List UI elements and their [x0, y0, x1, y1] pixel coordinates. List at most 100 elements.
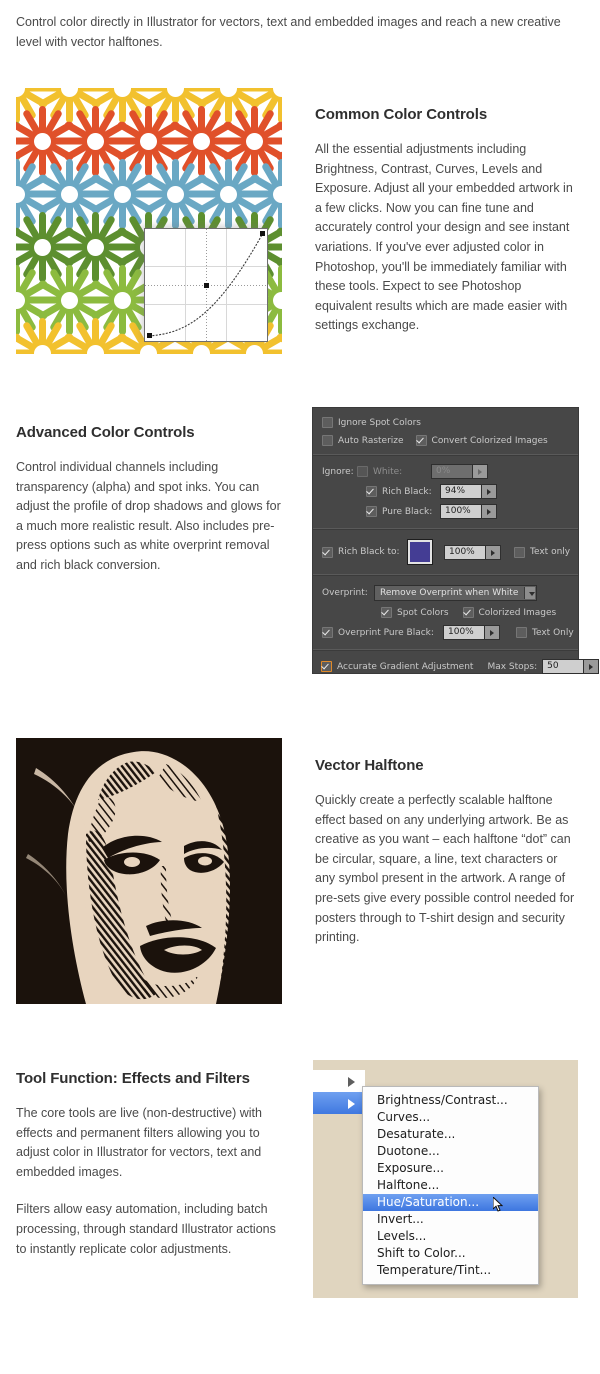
white-threshold-value[interactable]: 0% [432, 465, 472, 478]
body-advanced-color-controls: Control individual channels including tr… [16, 460, 281, 572]
ignore-white-checkbox[interactable] [357, 466, 368, 477]
auto-rasterize-checkbox[interactable] [322, 435, 333, 446]
rich-black-to-row[interactable]: Rich Black to: 100% Text only [313, 530, 578, 574]
accurate-gradient-label: Accurate Gradient Adjustment [337, 661, 474, 672]
rich-black-to-percent-value[interactable]: 100% [445, 545, 485, 559]
overprint-pure-black-field[interactable]: 100% [443, 625, 500, 640]
overprint-pure-black-spinner-icon[interactable] [484, 626, 499, 639]
ignore-pure-black-row[interactable]: Pure Black: 100% [313, 499, 578, 528]
ignore-spot-colors-row[interactable]: Ignore Spot Colors [313, 408, 578, 428]
pure-black-threshold-field[interactable]: 100% [440, 504, 497, 519]
effects-menu-screenshot: Brightness/Contrast... Curves... Desatur… [313, 1060, 578, 1298]
max-stops-spinner-icon[interactable] [583, 660, 599, 673]
white-threshold-field[interactable]: 0% [431, 464, 488, 479]
menu-item[interactable]: Shift to Color... [363, 1245, 538, 1262]
white-threshold-spinner-icon[interactable] [472, 465, 487, 478]
max-stops-value[interactable]: 50 [543, 660, 584, 673]
overprint-targets-row[interactable]: Spot Colors Colorized Images [313, 601, 578, 618]
halftone-portrait-svg [16, 738, 282, 1004]
overprint-colorized-images-checkbox[interactable] [462, 607, 474, 618]
ignore-white-row[interactable]: Ignore: White: 0% [313, 456, 578, 479]
rich-black-to-percent-field[interactable]: 100% [444, 544, 501, 560]
curves-adjustment-overlay [144, 228, 268, 342]
overprint-pure-black-value[interactable]: 100% [444, 626, 484, 639]
rich-black-threshold-field[interactable]: 94% [440, 484, 497, 499]
menu-item[interactable]: Desaturate... [363, 1126, 538, 1143]
parent-menu-strip[interactable] [313, 1070, 365, 1114]
overprint-select[interactable]: Remove Overprint when White [374, 585, 537, 601]
menu-item[interactable]: Levels... [363, 1228, 538, 1245]
overprint-spot-colors-checkbox[interactable] [381, 607, 392, 618]
body-tool-function-2: Filters allow easy automation, including… [16, 1202, 276, 1256]
heading-tool-function: Tool Function: Effects and Filters [16, 1070, 250, 1087]
ignore-spot-colors-label: Ignore Spot Colors [338, 417, 421, 428]
rich-black-text-only-label: Text only [530, 547, 571, 557]
convert-colorized-images-checkbox[interactable] [415, 435, 427, 446]
menu-item-selected[interactable]: Hue/Saturation... [363, 1194, 538, 1212]
body-tool-function-1: The core tools are live (non-destructive… [16, 1106, 262, 1179]
ignore-spot-colors-checkbox[interactable] [322, 417, 333, 428]
ignore-pure-black-checkbox[interactable] [366, 506, 377, 517]
menu-item[interactable]: Exposure... [363, 1160, 538, 1177]
section-advanced-color-controls: Advanced Color Controls Control individu… [16, 424, 282, 576]
floral-pattern-artwork [16, 88, 282, 354]
overprint-text-only-label: Text Only [532, 627, 574, 638]
menu-item[interactable]: Duotone... [363, 1143, 538, 1160]
menu-item[interactable]: Halftone... [363, 1177, 538, 1194]
intro-paragraph: Control color directly in Illustrator fo… [16, 15, 561, 49]
pure-black-threshold-value[interactable]: 100% [441, 505, 481, 518]
overprint-colorized-images-label: Colorized Images [478, 607, 557, 618]
overprint-label: Overprint: [322, 588, 368, 598]
menu-item[interactable]: Curves... [363, 1109, 538, 1126]
chevron-down-icon[interactable] [524, 587, 535, 599]
halftone-portrait-artwork [16, 738, 282, 1004]
ignore-white-label: White: [373, 466, 403, 477]
ignore-rich-black-checkbox[interactable] [366, 486, 377, 497]
body-common-color-controls: All the essential adjustments including … [315, 142, 573, 333]
heading-vector-halftone: Vector Halftone [315, 757, 424, 774]
rich-black-to-checkbox[interactable] [322, 546, 333, 558]
advanced-color-settings-dialog[interactable]: Ignore Spot Colors Auto Rasterize Conver… [313, 408, 600, 674]
rich-black-threshold-value[interactable]: 94% [441, 485, 481, 498]
overprint-pure-black-label: Overprint Pure Black: [338, 627, 434, 638]
max-stops-field[interactable]: 50 [542, 659, 600, 674]
ignore-label: Ignore: [322, 466, 354, 477]
overprint-text-only-checkbox[interactable] [516, 627, 527, 638]
menu-item[interactable]: Invert... [363, 1211, 538, 1228]
pure-black-threshold-spinner-icon[interactable] [481, 505, 496, 518]
overprint-pure-black-checkbox[interactable] [322, 627, 333, 638]
accurate-gradient-row[interactable]: Accurate Gradient Adjustment Max Stops: … [313, 651, 600, 674]
accurate-gradient-checkbox[interactable] [321, 661, 332, 672]
rich-black-color-swatch[interactable] [407, 539, 433, 565]
overprint-pure-black-row[interactable]: Overprint Pure Black: 100% Text Only [313, 618, 578, 649]
parent-menu-item-selected[interactable] [313, 1092, 365, 1114]
heading-common-color-controls: Common Color Controls [315, 106, 488, 123]
section-common-color-controls: Common Color Controls All the essential … [315, 106, 581, 336]
overprint-spot-colors-label: Spot Colors [397, 607, 449, 618]
rich-black-threshold-spinner-icon[interactable] [481, 485, 496, 498]
overprint-selected-value: Remove Overprint when White [380, 588, 519, 598]
rich-black-text-only-checkbox[interactable] [514, 546, 525, 558]
page-root: Control color directly in Illustrator fo… [0, 0, 600, 1374]
section-vector-halftone: Vector Halftone Quickly create a perfect… [315, 757, 581, 948]
body-vector-halftone: Quickly create a perfectly scalable half… [315, 793, 575, 945]
chevron-right-icon [348, 1077, 355, 1087]
section-tool-function: Tool Function: Effects and Filters The c… [16, 1070, 282, 1259]
rasterize-row[interactable]: Auto Rasterize Convert Colorized Images [313, 428, 578, 454]
ignore-pure-black-label: Pure Black: [382, 506, 433, 517]
ignore-rich-black-row[interactable]: Rich Black: 94% [313, 479, 578, 499]
max-stops-label: Max Stops: [487, 661, 538, 672]
parent-menu-item-upper[interactable] [313, 1070, 365, 1092]
rich-black-to-label: Rich Black to: [338, 547, 400, 557]
convert-colorized-images-label: Convert Colorized Images [431, 435, 548, 446]
ignore-rich-black-label: Rich Black: [382, 486, 432, 497]
overprint-row[interactable]: Overprint: Remove Overprint when White [313, 576, 578, 601]
rich-black-to-spinner-icon[interactable] [485, 545, 500, 559]
auto-rasterize-label: Auto Rasterize [338, 435, 404, 446]
effects-submenu[interactable]: Brightness/Contrast... Curves... Desatur… [362, 1086, 539, 1285]
menu-item[interactable]: Temperature/Tint... [363, 1262, 538, 1279]
mouse-cursor-icon [492, 1195, 504, 1212]
chevron-right-icon [348, 1099, 355, 1109]
heading-advanced-color-controls: Advanced Color Controls [16, 424, 195, 441]
menu-item[interactable]: Brightness/Contrast... [363, 1092, 538, 1109]
